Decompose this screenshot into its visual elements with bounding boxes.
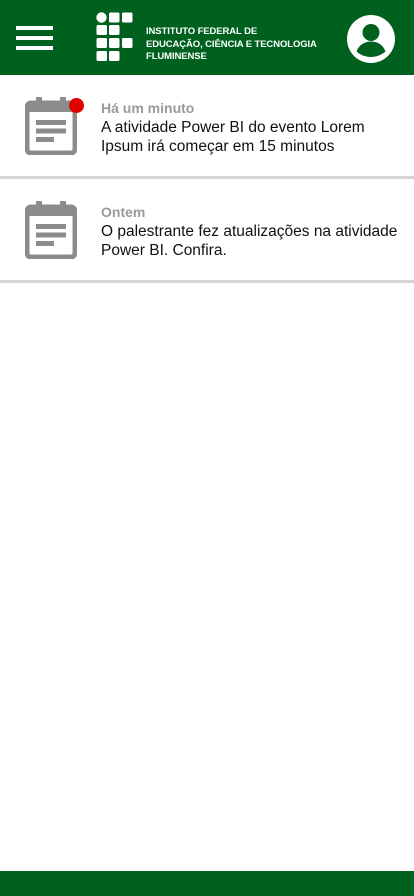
institution-name-line-3: FLUMINENSE — [146, 51, 207, 62]
top-app-bar: INSTITUTO FEDERAL DE EDUCAÇÃO, CIÊNCIA E… — [0, 0, 414, 75]
bottom-bar — [0, 871, 414, 896]
notification-list: Há um minuto A atividade Power BI do eve… — [0, 75, 414, 283]
calendar-icon — [25, 201, 77, 259]
institution-name-line-1: INSTITUTO FEDERAL DE — [146, 26, 258, 37]
unread-indicator-dot — [69, 98, 84, 113]
notification-item[interactable]: Há um minuto A atividade Power BI do eve… — [0, 75, 414, 179]
notification-time: Ontem — [101, 204, 146, 220]
notification-message: O palestrante fez atualizações na ativid… — [101, 223, 398, 259]
notification-time: Há um minuto — [101, 100, 195, 116]
app-screen: INSTITUTO FEDERAL DE EDUCAÇÃO, CIÊNCIA E… — [0, 0, 414, 896]
institution-name: INSTITUTO FEDERAL DE EDUCAÇÃO, CIÊNCIA E… — [146, 26, 317, 64]
institution-name-line-2: EDUCAÇÃO, CIÊNCIA E TECNOLOGIA — [146, 38, 317, 50]
institution-logo: INSTITUTO FEDERAL DE EDUCAÇÃO, CIÊNCIA E… — [96, 12, 326, 62]
if-logo-mark-icon — [96, 12, 133, 61]
account-circle-icon[interactable] — [347, 15, 395, 63]
notification-message: A atividade Power BI do evento Lorem Ips… — [101, 119, 365, 155]
hamburger-menu-icon[interactable] — [16, 24, 54, 52]
notification-item[interactable]: Ontem O palestrante fez atualizações na … — [0, 179, 414, 283]
